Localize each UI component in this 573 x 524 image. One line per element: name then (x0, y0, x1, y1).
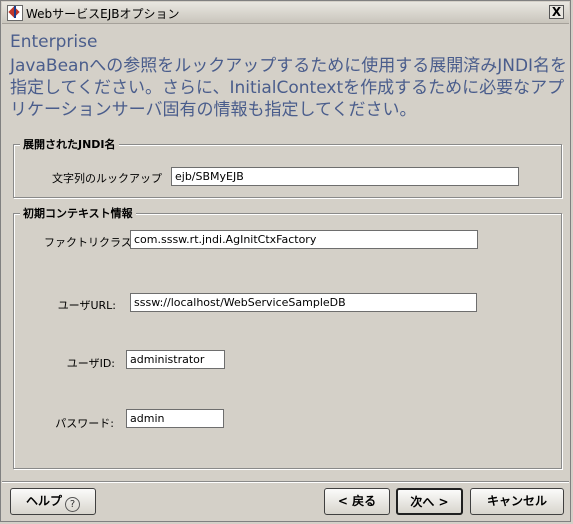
jndi-group-legend: 展開されたJNDI名 (20, 136, 119, 152)
factory-class-label: ファクトリクラス: (44, 236, 136, 249)
user-url-label: ユーザURL: (57, 299, 116, 312)
page-title: Enterprise (10, 32, 98, 52)
back-button[interactable]: < 戻る (324, 488, 390, 515)
jndi-group: 展開されたJNDI名 文字列のルックアップ ejb/SBMyEJB (13, 136, 562, 198)
lookup-input[interactable]: ejb/SBMyEJB (171, 167, 519, 186)
window-title: WebサービスEJBオプション (26, 7, 180, 21)
dialog-window: WebサービスEJBオプション X Enterprise JavaBeanへの参… (0, 0, 571, 522)
factory-class-input[interactable]: com.sssw.rt.jndi.AgInitCtxFactory (130, 230, 478, 249)
title-bar[interactable]: WebサービスEJBオプション X (2, 2, 569, 24)
close-button[interactable]: X (549, 5, 564, 19)
help-icon: ? (65, 497, 80, 512)
page-description: JavaBeanへの参照をルックアップするために使用する展開済みJNDI名を指定… (10, 56, 568, 120)
button-separator (2, 481, 569, 483)
next-button[interactable]: 次へ > (396, 488, 463, 515)
initial-context-group: 初期コンテキスト情報 ファクトリクラス: com.sssw.rt.jndi.Ag… (13, 205, 562, 469)
lookup-label: 文字列のルックアップ (52, 172, 162, 185)
help-button-label: ヘルプ (25, 494, 62, 508)
cancel-button[interactable]: キャンセル (470, 488, 564, 515)
password-input[interactable]: admin (126, 409, 224, 428)
user-id-input[interactable]: administrator (126, 350, 225, 369)
initial-context-group-legend: 初期コンテキスト情報 (20, 205, 136, 221)
help-button[interactable]: ヘルプ? (10, 488, 96, 515)
password-label: パスワード: (55, 417, 114, 430)
user-id-label: ユーザID: (66, 357, 115, 370)
user-url-input[interactable]: sssw://localhost/WebServiceSampleDB (130, 293, 477, 312)
app-icon (7, 5, 23, 21)
